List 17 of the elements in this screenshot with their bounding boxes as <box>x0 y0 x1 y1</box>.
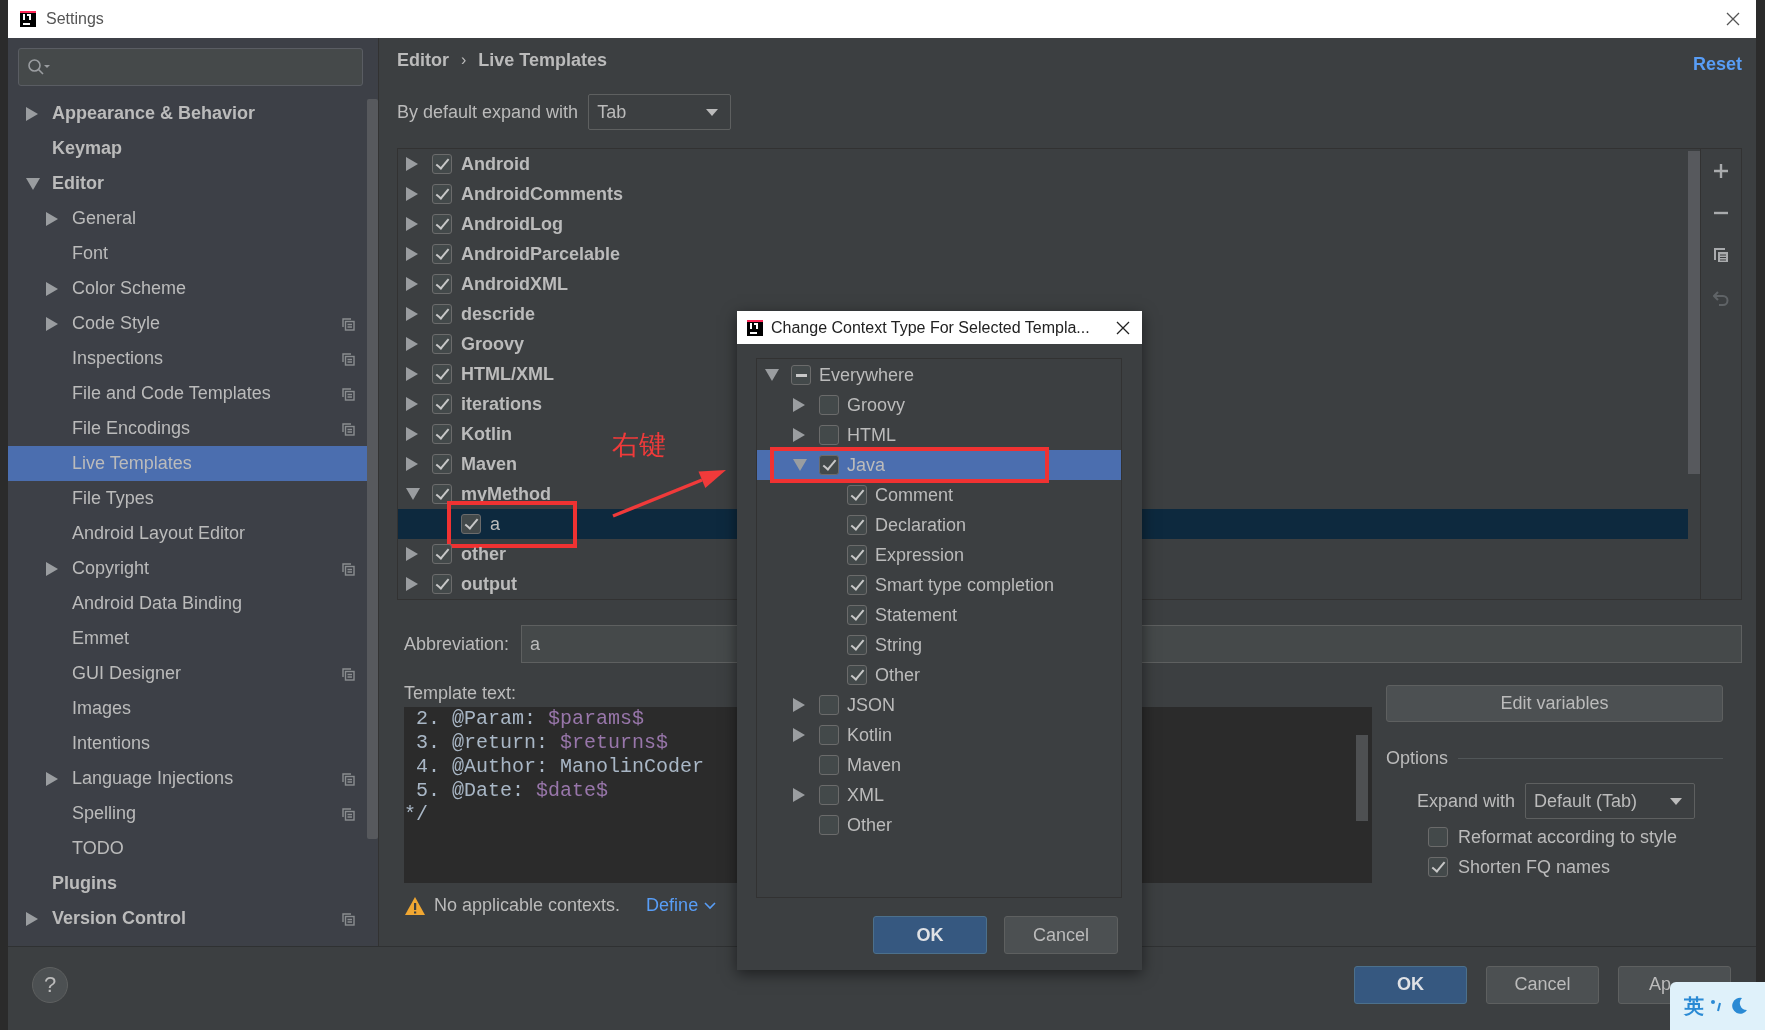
code-line: */ <box>404 803 428 827</box>
checkbox-label: Reformat according to style <box>1458 826 1678 848</box>
code-line: 5. @Date: $date$ <box>415 779 609 803</box>
options-title: Options <box>1386 748 1449 769</box>
code-line: 4. @Author: ManolinCoder <box>415 755 705 779</box>
expand-with-label: Expand with <box>1417 790 1516 812</box>
abbreviation-label: Abbreviation: <box>404 633 510 655</box>
template-text-label: Template text: <box>404 683 517 705</box>
dialog-title: Change Context Type For Selected Templa... <box>771 318 1090 337</box>
expand-label: By default expand with <box>397 101 579 123</box>
window-title: Settings <box>46 10 104 28</box>
code-line: 3. @return: $returns$ <box>415 731 669 755</box>
code-line: 2. @Param: $params$ <box>415 707 645 731</box>
checkbox-label: Shorten FQ names <box>1458 856 1611 878</box>
warning-text: No applicable contexts. <box>434 895 621 916</box>
breadcrumb-separator: › <box>461 51 467 69</box>
annotation-text: 右键 <box>612 429 666 462</box>
